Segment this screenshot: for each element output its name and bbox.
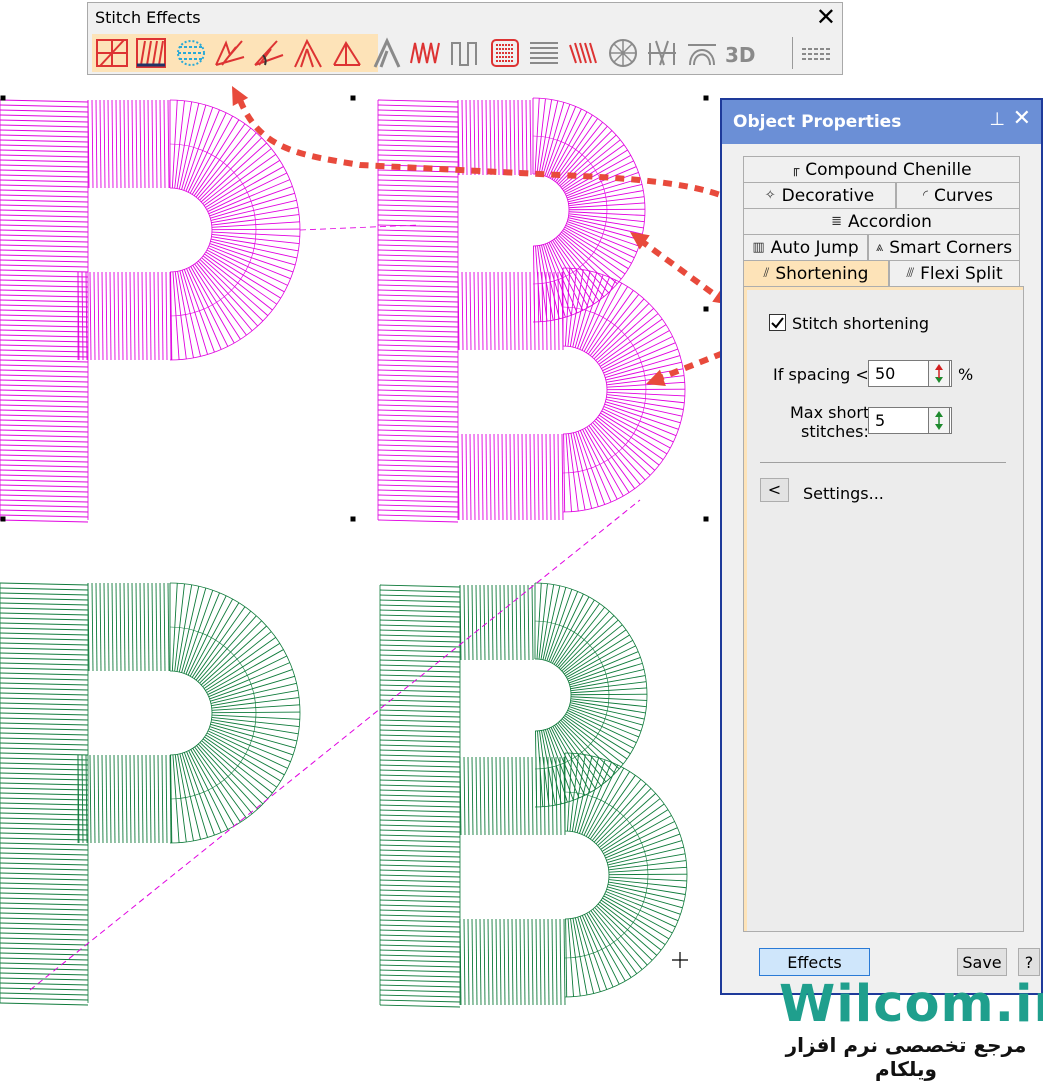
close-icon[interactable]: ✕ xyxy=(816,3,836,31)
chenille-icon: ╓ xyxy=(791,162,800,177)
selection-handle[interactable] xyxy=(703,516,709,522)
letter-b-green[interactable] xyxy=(379,582,688,1008)
checkmark-icon xyxy=(771,317,784,329)
letter-b-magenta[interactable] xyxy=(377,97,686,523)
toolbar-title: Stitch Effects xyxy=(95,8,201,27)
curves-icon[interactable] xyxy=(684,35,720,71)
settings-toggle-button[interactable]: < xyxy=(760,478,789,502)
tab-shortening[interactable]: ⫽ Shortening xyxy=(743,260,889,286)
stepper-arrows-icon xyxy=(935,411,943,430)
callout-arrowhead xyxy=(630,232,650,250)
panel-title-bar: Object Properties ⊥ ✕ xyxy=(722,100,1041,144)
letter-p-magenta[interactable] xyxy=(0,99,301,523)
toolbar-separator xyxy=(792,37,793,69)
watermark-subtitle: مرجع تخصصی نرم افزار ویلکام xyxy=(785,1033,1027,1081)
tab-auto-jump[interactable]: ▥ Auto Jump xyxy=(743,234,868,260)
e-stitch-icon[interactable] xyxy=(448,35,484,71)
auto-spacing-icon[interactable] xyxy=(291,35,327,71)
shortening-icon: ⫽ xyxy=(763,266,770,281)
tab-accordion[interactable]: ≣ Accordion xyxy=(743,208,1020,234)
smart-corners-icon[interactable] xyxy=(369,35,405,71)
tab-smart-corners[interactable]: ⩓ Smart Corners xyxy=(868,234,1020,260)
spacing-label: If spacing < xyxy=(773,365,869,384)
watermark-brand: Wilcom.ir xyxy=(779,975,1043,1034)
stitch-effects-toolbar: Stitch Effects ✕ 3D xyxy=(87,2,843,75)
help-button[interactable]: ? xyxy=(1018,948,1040,976)
shortening-icon[interactable] xyxy=(330,35,366,71)
object-properties-panel: Object Properties ⊥ ✕ ╓ Compound Chenille… xyxy=(720,98,1043,1081)
close-icon[interactable]: ✕ xyxy=(1013,106,1031,131)
max-short-stepper[interactable] xyxy=(928,407,950,434)
radial-icon[interactable] xyxy=(605,35,641,71)
effects-button[interactable]: Effects xyxy=(759,948,870,976)
settings-label[interactable]: Settings... xyxy=(803,484,884,503)
callout-arrow xyxy=(638,237,724,303)
lines-icon[interactable] xyxy=(526,35,562,71)
max-short-label-2: stitches: xyxy=(801,422,869,441)
curves-icon: ◜ xyxy=(922,188,929,203)
raised-satin-icon[interactable] xyxy=(487,35,523,71)
chenille-icon[interactable] xyxy=(644,35,680,71)
flexi-split-icon[interactable] xyxy=(566,35,602,71)
3d-icon[interactable]: 3D xyxy=(723,35,759,71)
tab-flexi-split[interactable]: ⫻ Flexi Split xyxy=(889,260,1020,286)
effects-icon-row: 3D xyxy=(92,34,838,72)
smart-corners-icon: ⩓ xyxy=(875,240,884,255)
accordion-icon: ≣ xyxy=(831,214,843,229)
selection-handle[interactable] xyxy=(350,95,356,101)
selection-handle[interactable] xyxy=(0,95,6,101)
selection-handle[interactable] xyxy=(0,516,6,522)
selection-handle[interactable] xyxy=(350,516,356,522)
letter-p-green[interactable] xyxy=(0,582,301,1006)
max-short-label-1: Max short xyxy=(790,403,870,422)
stitch-shortening-checkbox[interactable] xyxy=(769,314,786,331)
spacing-unit: % xyxy=(958,365,974,384)
save-button[interactable]: Save xyxy=(957,948,1007,976)
flexi-split-icon: ⫻ xyxy=(906,266,915,281)
auto-jump-icon: ▥ xyxy=(752,240,765,255)
tab-decorative[interactable]: ✧ Decorative xyxy=(743,182,896,208)
panel-title: Object Properties xyxy=(733,112,902,132)
tab-curves[interactable]: ◜ Curves xyxy=(896,182,1020,208)
fixed-pattern-icon[interactable] xyxy=(133,35,169,71)
zigzag-icon[interactable] xyxy=(408,35,444,71)
shortening-tab-content: Stitch shortening If spacing < 50 % Max … xyxy=(743,286,1043,1081)
svg-text:3D: 3D xyxy=(725,43,756,67)
decorative-icon: ✧ xyxy=(764,188,776,203)
tab-compound-chenille[interactable]: ╓ Compound Chenille xyxy=(743,156,1020,182)
accordion-icon[interactable] xyxy=(798,35,834,71)
pattern-outline-icon[interactable] xyxy=(94,35,130,71)
tatami-offsets-icon[interactable] xyxy=(212,35,248,71)
selection-handle[interactable] xyxy=(703,306,709,312)
trapunto-icon[interactable] xyxy=(173,35,209,71)
stepper-arrows-icon xyxy=(935,364,943,383)
pin-icon[interactable]: ⊥ xyxy=(989,109,1005,130)
section-divider xyxy=(760,462,1006,463)
spacing-stepper[interactable] xyxy=(928,360,950,387)
stitch-shortening-label: Stitch shortening xyxy=(792,314,930,333)
step-angles-icon[interactable] xyxy=(251,35,287,71)
selection-handle[interactable] xyxy=(703,95,709,101)
